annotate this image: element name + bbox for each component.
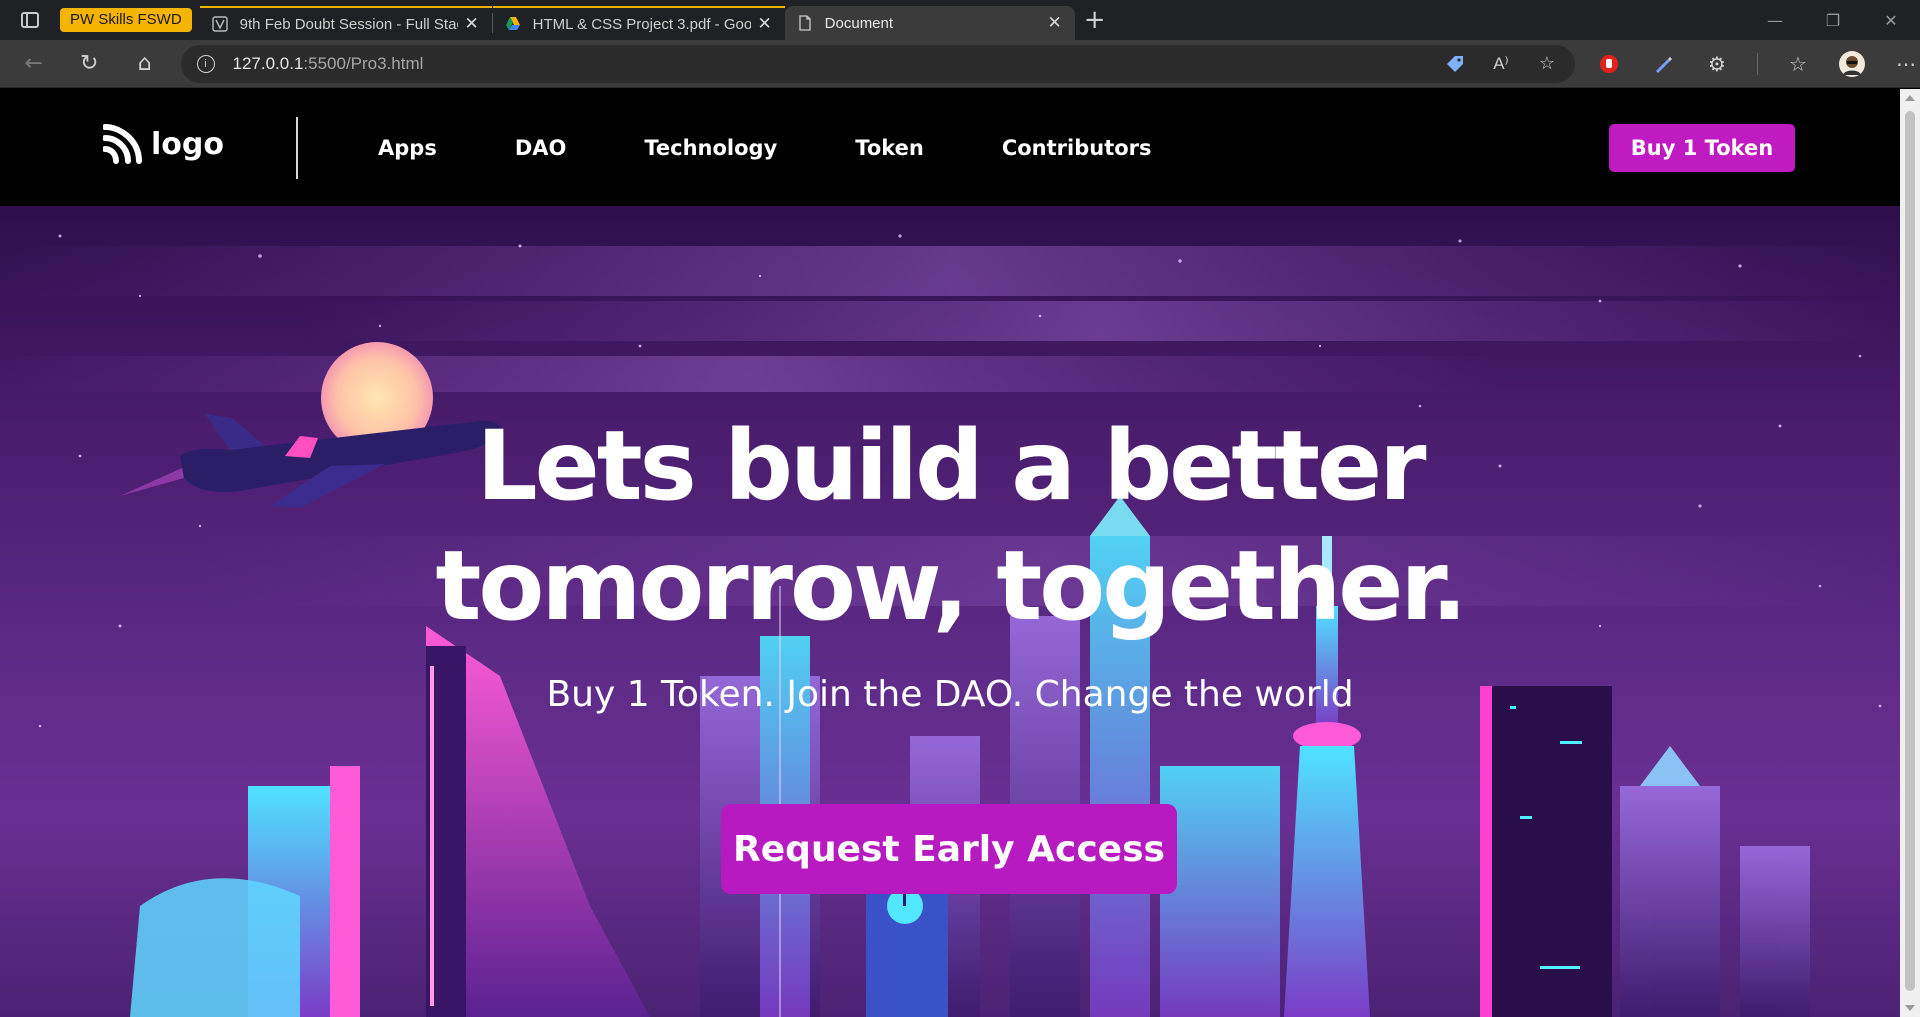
page-scrollbar[interactable] [1900,89,1920,1017]
back-icon[interactable]: ← [12,44,56,84]
site-navbar: logo Apps DAO Technology Token Contribut… [0,89,1900,206]
logo-text: logo [151,126,224,162]
url-path: :5500/Pro3.html [303,53,424,73]
nav-link-technology[interactable]: Technology [644,136,777,160]
more-menu-icon[interactable]: ⋯ [1892,50,1920,78]
hero-subtitle: Buy 1 Token. Join the DAO. Change the wo… [546,674,1354,715]
nav-link-token[interactable]: Token [855,136,924,160]
page-icon [211,16,228,32]
tab-project-pdf[interactable]: HTML & CSS Project 3.pdf - Google Drive … [492,6,785,40]
hero-title-line-2: tomorrow, together. [435,530,1467,642]
close-window-icon[interactable]: ✕ [1862,0,1920,40]
restore-icon[interactable]: ❐ [1804,0,1862,40]
new-tab-icon[interactable]: + [1075,0,1115,40]
favorites-icon[interactable]: ☆ [1784,50,1812,78]
profile-avatar[interactable] [1838,50,1866,78]
nav-link-apps[interactable]: Apps [378,136,437,160]
hero-section: Lets build a better tomorrow, together. … [0,206,1900,1017]
nav-link-contributors[interactable]: Contributors [1002,136,1152,160]
nav-link-dao[interactable]: DAO [515,136,567,160]
tab-doubt-session[interactable]: 9th Feb Doubt Session - Full Stack ✕ [199,6,492,40]
buy-token-button[interactable]: Buy 1 Token [1609,124,1795,172]
primary-nav: Apps DAO Technology Token Contributors [378,89,1230,206]
tab-title: HTML & CSS Project 3.pdf - Google Drive [532,15,751,33]
logo-mark-icon [103,124,142,164]
request-early-access-button[interactable]: Request Early Access [721,804,1177,894]
add-favorite-icon[interactable]: ☆ [1535,52,1559,76]
hero-title-line-1: Lets build a better [476,410,1426,522]
close-icon[interactable]: ✕ [464,14,480,34]
close-icon[interactable]: ✕ [757,14,773,34]
extension-hand-icon[interactable] [1595,50,1623,78]
refresh-icon[interactable]: ↻ [68,44,112,84]
page-viewport: logo Apps DAO Technology Token Contribut… [0,89,1900,1017]
google-drive-icon [505,17,520,30]
scroll-down-icon[interactable] [1905,1005,1915,1011]
browser-tab-bar: PW Skills FSWD 9th Feb Doubt Session - F… [0,0,1920,40]
extensions-icon[interactable]: ⚙ [1703,50,1731,78]
browser-toolbar: ← ↻ ⌂ i 127.0.0.1:5500/Pro3.html A⁾ ☆ ⚙ … [0,40,1920,88]
scroll-up-icon[interactable] [1905,95,1915,101]
read-aloud-icon[interactable]: A⁾ [1489,52,1513,76]
url-host: 127.0.0.1 [232,53,304,73]
url-text[interactable]: 127.0.0.1:5500/Pro3.html [233,54,424,74]
tab-title: Document [824,14,894,32]
pen-extension-icon[interactable] [1649,50,1677,78]
toolbar-divider [1756,52,1758,75]
site-info-icon[interactable]: i [196,54,215,73]
home-icon[interactable]: ⌂ [123,44,167,84]
tab-actions-icon[interactable] [0,0,60,40]
document-icon [799,15,811,31]
site-logo[interactable]: logo [103,123,224,165]
coupon-tag-icon[interactable] [1443,52,1467,76]
minimize-icon[interactable]: — [1746,0,1804,40]
scrollbar-thumb[interactable] [1905,111,1915,991]
tab-group-label[interactable]: PW Skills FSWD [60,8,192,32]
close-icon[interactable]: ✕ [1047,13,1063,33]
address-bar[interactable]: i 127.0.0.1:5500/Pro3.html A⁾ ☆ [180,44,1575,83]
tab-title: 9th Feb Doubt Session - Full Stack [239,15,458,33]
nav-divider [296,117,298,179]
tab-document[interactable]: Document ✕ [784,6,1075,40]
